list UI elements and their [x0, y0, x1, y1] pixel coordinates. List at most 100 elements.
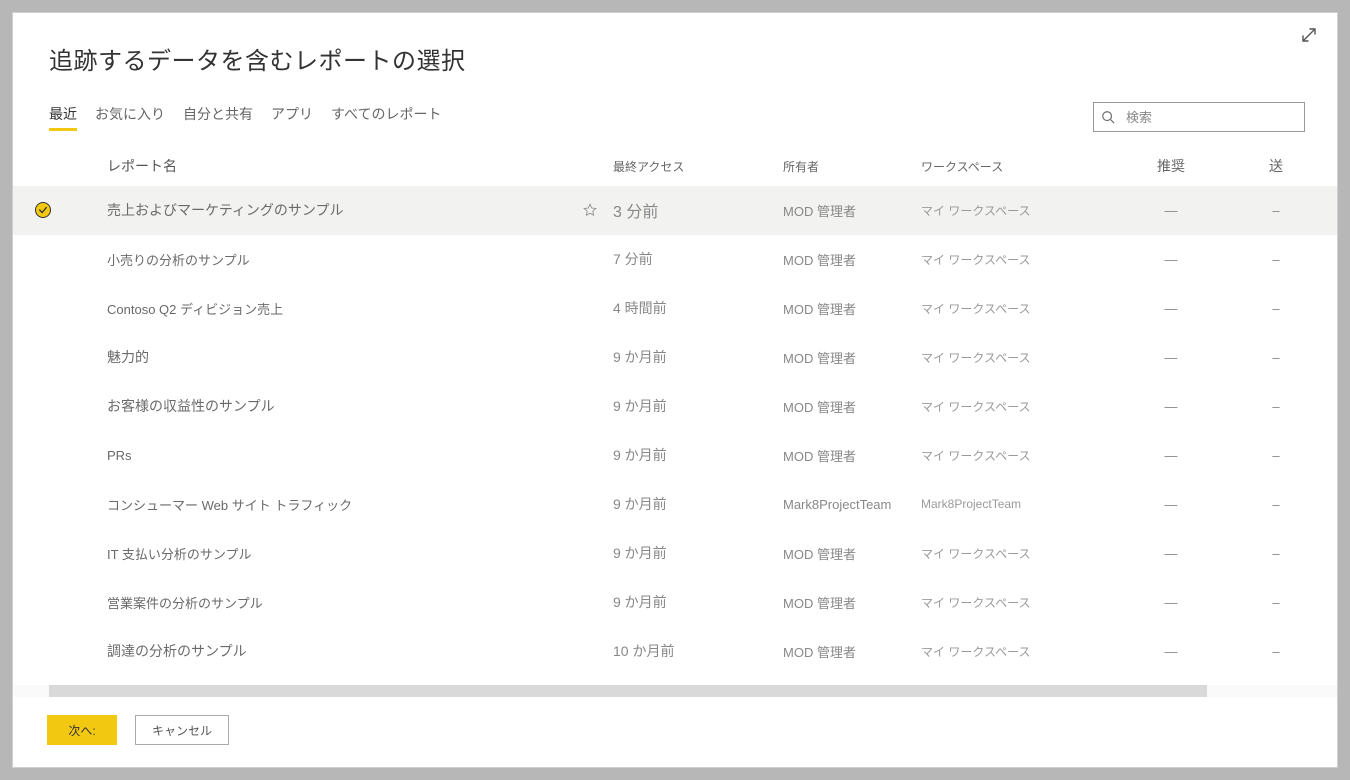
table-body[interactable]: 売上およびマーケティングのサンプル3 分前MOD 管理者マイ ワークスペース—–… — [13, 186, 1337, 679]
row-last-access: 9 か月前 — [613, 445, 783, 465]
table-header: レポート名 最終アクセス 所有者 ワークスペース 推奨 送 — [13, 142, 1337, 186]
check-icon — [35, 202, 51, 218]
row-send: – — [1241, 203, 1311, 218]
row-recommend: — — [1101, 301, 1241, 316]
row-last-access: 9 か月前 — [613, 592, 783, 612]
tabs: 最近お気に入り自分と共有アプリすべてのレポート — [49, 104, 441, 131]
row-workspace: マイ ワークスペース — [921, 349, 1101, 366]
table-row[interactable]: 営業案件の分析のサンプル9 か月前MOD 管理者マイ ワークスペース—– — [13, 578, 1337, 627]
row-owner: MOD 管理者 — [783, 201, 921, 220]
dialog-header: 追跡するデータを含むレポートの選択 — [13, 13, 1337, 84]
row-name[interactable]: 小売りの分析のサンプル — [73, 250, 613, 269]
row-recommend: — — [1101, 595, 1241, 610]
dialog-title: 追跡するデータを含むレポートの選択 — [49, 41, 1305, 76]
row-owner: MOD 管理者 — [783, 593, 921, 612]
row-name[interactable]: Contoso Q2 ディビジョン売上 — [73, 299, 613, 318]
row-owner: Mark8ProjectTeam — [783, 497, 921, 512]
row-name[interactable]: お客様の収益性のサンプル — [73, 396, 613, 416]
row-workspace: マイ ワークスペース — [921, 398, 1101, 415]
row-workspace: マイ ワークスペース — [921, 300, 1101, 317]
table-row[interactable]: PRs9 か月前MOD 管理者マイ ワークスペース—– — [13, 431, 1337, 480]
row-recommend: — — [1101, 203, 1241, 218]
row-owner: MOD 管理者 — [783, 544, 921, 563]
cancel-button[interactable]: キャンセル — [135, 715, 229, 745]
col-recommend[interactable]: 推奨 — [1101, 156, 1241, 176]
tab-1[interactable]: お気に入り — [95, 104, 165, 131]
row-owner: MOD 管理者 — [783, 250, 921, 269]
row-owner: MOD 管理者 — [783, 299, 921, 318]
table-row[interactable]: 調達の分析のサンプル10 か月前MOD 管理者マイ ワークスペース—– — [13, 627, 1337, 676]
tabs-row: 最近お気に入り自分と共有アプリすべてのレポート — [13, 84, 1337, 142]
row-last-access: 9 か月前 — [613, 543, 783, 563]
row-recommend: — — [1101, 252, 1241, 267]
row-send: – — [1241, 301, 1311, 316]
row-send: – — [1241, 644, 1311, 659]
row-owner: MOD 管理者 — [783, 397, 921, 416]
col-name[interactable]: レポート名 — [73, 156, 613, 176]
table-row[interactable]: 魅力的9 か月前MOD 管理者マイ ワークスペース—– — [13, 333, 1337, 382]
next-button[interactable]: 次へ: — [47, 715, 117, 745]
row-send: – — [1241, 448, 1311, 463]
report-picker-dialog: 追跡するデータを含むレポートの選択 最近お気に入り自分と共有アプリすべてのレポー… — [12, 12, 1338, 768]
row-workspace: マイ ワークスペース — [921, 202, 1101, 219]
row-name[interactable]: 調達の分析のサンプル — [73, 641, 613, 661]
table-row[interactable]: Contoso Q2 ディビジョン売上4 時間前MOD 管理者マイ ワークスペー… — [13, 284, 1337, 333]
search-wrap — [1093, 102, 1305, 132]
row-last-access: 9 か月前 — [613, 494, 783, 514]
row-workspace: マイ ワークスペース — [921, 594, 1101, 611]
col-send[interactable]: 送 — [1241, 156, 1311, 176]
row-last-access: 7 分前 — [613, 249, 783, 269]
row-recommend: — — [1101, 644, 1241, 659]
col-owner[interactable]: 所有者 — [783, 158, 921, 175]
row-owner: MOD 管理者 — [783, 348, 921, 367]
row-name[interactable]: IT 支払い分析のサンプル — [73, 544, 613, 563]
row-send: – — [1241, 252, 1311, 267]
row-workspace: マイ ワークスペース — [921, 545, 1101, 562]
row-owner: MOD 管理者 — [783, 642, 921, 661]
star-icon[interactable] — [583, 203, 597, 217]
expand-icon[interactable] — [1301, 27, 1319, 45]
row-last-access: 10 か月前 — [613, 641, 783, 661]
row-name[interactable]: 営業案件の分析のサンプル — [73, 593, 613, 612]
row-name[interactable]: コンシューマー Web サイト トラフィック — [73, 495, 613, 514]
report-table: レポート名 最終アクセス 所有者 ワークスペース 推奨 送 売上およびマーケティ… — [13, 142, 1337, 697]
table-row[interactable]: 売上およびマーケティングのサンプル3 分前MOD 管理者マイ ワークスペース—– — [13, 186, 1337, 235]
col-last-access[interactable]: 最終アクセス — [613, 158, 783, 175]
row-last-access: 9 か月前 — [613, 396, 783, 416]
tab-2[interactable]: 自分と共有 — [183, 104, 253, 131]
row-owner: MOD 管理者 — [783, 446, 921, 465]
row-recommend: — — [1101, 546, 1241, 561]
col-workspace[interactable]: ワークスペース — [921, 158, 1101, 175]
row-last-access: 9 か月前 — [613, 347, 783, 367]
table-row[interactable]: 小売りの分析のサンプル7 分前MOD 管理者マイ ワークスペース—– — [13, 235, 1337, 284]
row-select[interactable] — [13, 202, 73, 218]
table-row[interactable]: コンシューマー Web サイト トラフィック9 か月前Mark8ProjectT… — [13, 480, 1337, 529]
scrollbar-thumb[interactable] — [49, 685, 1207, 697]
table-row[interactable]: IT 支払い分析のサンプル9 か月前MOD 管理者マイ ワークスペース—– — [13, 529, 1337, 578]
row-send: – — [1241, 595, 1311, 610]
tab-0[interactable]: 最近 — [49, 104, 77, 131]
dialog-footer: 次へ: キャンセル — [13, 697, 1337, 767]
row-last-access: 4 時間前 — [613, 298, 783, 318]
row-workspace: マイ ワークスペース — [921, 643, 1101, 660]
tab-4[interactable]: すべてのレポート — [331, 104, 441, 131]
horizontal-scrollbar[interactable] — [13, 685, 1337, 697]
row-name[interactable]: 売上およびマーケティングのサンプル — [73, 200, 613, 220]
row-workspace: マイ ワークスペース — [921, 251, 1101, 268]
row-workspace: マイ ワークスペース — [921, 447, 1101, 464]
row-recommend: — — [1101, 399, 1241, 414]
search-input[interactable] — [1093, 102, 1305, 132]
tab-3[interactable]: アプリ — [271, 104, 313, 131]
row-send: – — [1241, 497, 1311, 512]
row-send: – — [1241, 399, 1311, 414]
table-row[interactable]: お客様の収益性のサンプル9 か月前MOD 管理者マイ ワークスペース—– — [13, 382, 1337, 431]
row-workspace: Mark8ProjectTeam — [921, 497, 1101, 511]
row-recommend: — — [1101, 448, 1241, 463]
row-recommend: — — [1101, 350, 1241, 365]
row-name[interactable]: PRs — [73, 448, 613, 463]
row-send: – — [1241, 546, 1311, 561]
row-send: – — [1241, 350, 1311, 365]
search-icon — [1101, 110, 1115, 124]
row-name[interactable]: 魅力的 — [73, 347, 613, 367]
row-last-access: 3 分前 — [613, 198, 783, 222]
